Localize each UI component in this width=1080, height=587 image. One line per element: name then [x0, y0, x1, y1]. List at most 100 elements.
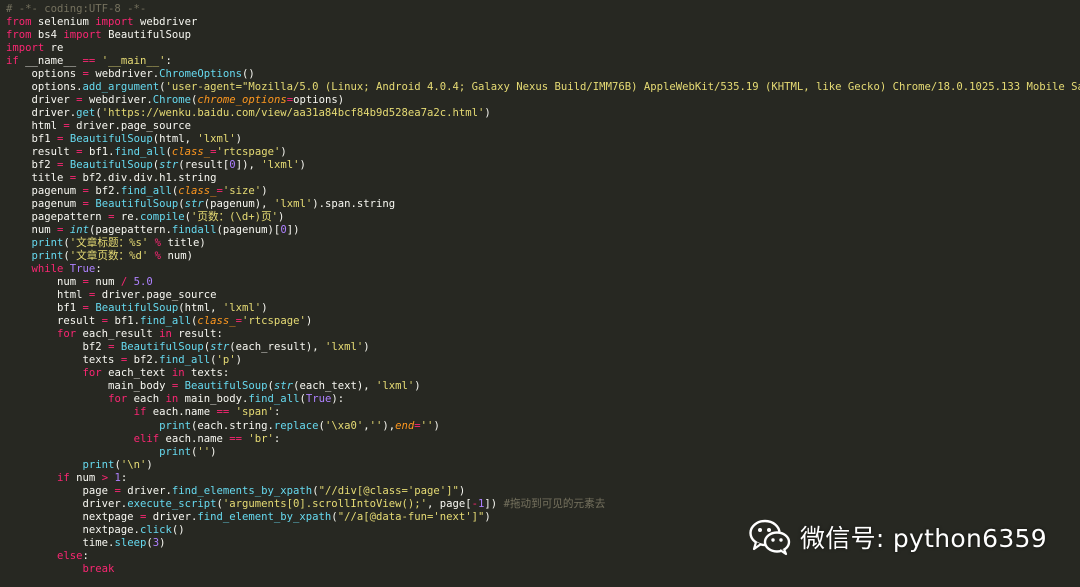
- code-token: end: [395, 419, 415, 432]
- code-token: find_all: [114, 146, 166, 159]
- code-line[interactable]: elif each.name == 'br':: [6, 433, 1080, 446]
- code-token: ): [261, 185, 268, 198]
- code-line[interactable]: options = webdriver.ChromeOptions(): [6, 68, 1080, 81]
- code-line[interactable]: main_body = BeautifulSoup(str(each_text)…: [6, 380, 1080, 393]
- code-token: re: [44, 42, 64, 55]
- code-token: page: [6, 484, 115, 497]
- code-line[interactable]: result = bf1.find_all(class_='rtcspage'): [6, 146, 1080, 159]
- code-token: (each_text),: [293, 380, 376, 393]
- code-line[interactable]: for each in main_body.find_all(True):: [6, 393, 1080, 406]
- code-token: findall: [171, 224, 217, 237]
- code-line[interactable]: title = bf2.div.div.h1.string: [6, 172, 1080, 185]
- code-area[interactable]: # -*- coding:UTF-8 -*- from selenium impo…: [6, 3, 1080, 576]
- code-line[interactable]: # -*- coding:UTF-8 -*-: [6, 3, 1080, 16]
- code-token: ): [484, 107, 491, 120]
- code-line[interactable]: print(each.string.replace('\xa0',''),end…: [6, 420, 1080, 433]
- code-line[interactable]: print('文章标题：%s' % title): [6, 237, 1080, 250]
- code-token: bf1: [6, 133, 58, 146]
- code-token: find_all: [139, 315, 191, 328]
- code-line[interactable]: print(''): [6, 446, 1080, 459]
- code-line[interactable]: pagenum = BeautifulSoup(str(pagenum), 'l…: [6, 198, 1080, 211]
- code-line[interactable]: from bs4 import BeautifulSoup: [6, 29, 1080, 42]
- code-token: ==: [229, 432, 243, 445]
- code-token: ): [299, 159, 306, 172]
- code-token: pagepattern: [6, 211, 109, 224]
- code-line[interactable]: for each_text in texts:: [6, 367, 1080, 380]
- code-token: import: [95, 16, 134, 29]
- code-line[interactable]: page = driver.find_elements_by_xpath("//…: [6, 485, 1080, 498]
- code-token: str: [184, 198, 204, 211]
- code-token: nextpage: [6, 510, 140, 523]
- code-token: driver.page_source: [69, 120, 191, 133]
- code-token: bf1: [6, 302, 83, 315]
- code-token: True: [69, 263, 96, 276]
- code-line[interactable]: result = bf1.find_all(class_='rtcspage'): [6, 315, 1080, 328]
- code-token: ): [159, 536, 166, 549]
- code-line[interactable]: if each.name == 'span':: [6, 406, 1080, 419]
- code-token: options: [6, 68, 83, 81]
- code-line[interactable]: print('\n'): [6, 459, 1080, 472]
- code-line[interactable]: if __name__ == '__main__':: [6, 55, 1080, 68]
- code-line[interactable]: html = driver.page_source: [6, 120, 1080, 133]
- code-token: bf1.: [108, 315, 140, 328]
- code-line[interactable]: bf2 = BeautifulSoup(str(result[0]), 'lxm…: [6, 159, 1080, 172]
- code-line[interactable]: driver.get('https://wenku.baidu.com/view…: [6, 107, 1080, 120]
- code-line[interactable]: driver.execute_script('arguments[0].scro…: [6, 498, 1080, 511]
- code-line[interactable]: driver = webdriver.Chrome(chrome_options…: [6, 94, 1080, 107]
- code-token: num: [6, 276, 83, 289]
- code-line[interactable]: num = int(pagepattern.findall(pagenum)[0…: [6, 224, 1080, 237]
- code-token: chrome_options: [197, 94, 287, 107]
- code-token: from: [6, 16, 32, 29]
- code-line[interactable]: options.add_argument('user-agent="Mozill…: [6, 81, 1080, 94]
- code-token: html: [6, 120, 64, 133]
- code-line[interactable]: bf2 = BeautifulSoup(str(each_result), 'l…: [6, 341, 1080, 354]
- code-token: (pagenum)[: [216, 224, 281, 237]
- code-token: title: [6, 172, 70, 185]
- code-token: '页数：(\d+)页': [191, 211, 279, 224]
- code-token: num: [6, 224, 58, 237]
- code-line[interactable]: break: [6, 563, 1080, 576]
- code-line[interactable]: bf1 = BeautifulSoup(html, 'lxml'): [6, 302, 1080, 315]
- code-token: :: [273, 432, 281, 445]
- code-line[interactable]: import re: [6, 42, 1080, 55]
- code-token: (result[: [178, 159, 230, 172]
- code-token: print: [31, 237, 64, 250]
- code-token: :: [82, 549, 89, 562]
- code-line[interactable]: num = num / 5.0: [6, 276, 1080, 289]
- code-line[interactable]: pagenum = bf2.find_all(class_='size'): [6, 185, 1080, 198]
- code-token: elif: [133, 432, 160, 445]
- code-token: ==: [216, 406, 230, 419]
- code-token: title): [161, 237, 206, 250]
- code-token: (pagenum),: [203, 198, 274, 211]
- code-line[interactable]: print('文章页数：%d' % num): [6, 250, 1080, 263]
- code-token: re.: [114, 211, 140, 224]
- code-line[interactable]: texts = bf2.find_all('p'): [6, 354, 1080, 367]
- code-token: texts: [6, 354, 121, 367]
- code-token: BeautifulSoup: [95, 198, 179, 211]
- code-line[interactable]: pagepattern = re.compile('页数：(\d+)页'): [6, 211, 1080, 224]
- code-token: 'span': [235, 406, 274, 419]
- code-line[interactable]: bf1 = BeautifulSoup(html, 'lxml'): [6, 133, 1080, 146]
- code-token: class_: [178, 185, 217, 198]
- code-line[interactable]: from selenium import webdriver: [6, 16, 1080, 29]
- code-token: 'lxml': [273, 198, 313, 211]
- code-token: Chrome: [152, 94, 192, 107]
- code-token: str: [210, 341, 230, 354]
- code-token: ).span.string: [312, 198, 396, 211]
- code-line[interactable]: for each_result in result:: [6, 328, 1080, 341]
- code-line[interactable]: if num > 1:: [6, 472, 1080, 485]
- code-token: 'lxml': [375, 380, 415, 393]
- code-line[interactable]: html = driver.page_source: [6, 289, 1080, 302]
- code-token: (pagepattern.: [88, 224, 172, 237]
- code-line[interactable]: while True:: [6, 263, 1080, 276]
- code-token: str: [159, 159, 179, 172]
- code-token: 'https://wenku.baidu.com/view/aa31a84bcf…: [101, 107, 485, 120]
- code-editor[interactable]: # -*- coding:UTF-8 -*- from selenium impo…: [0, 0, 1080, 587]
